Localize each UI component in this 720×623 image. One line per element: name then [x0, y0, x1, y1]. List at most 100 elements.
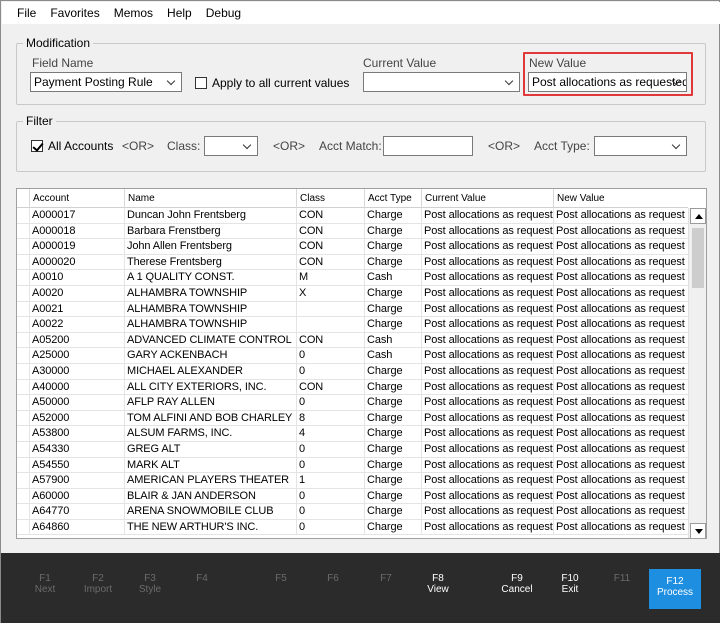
- cell-account[interactable]: A000020: [30, 254, 125, 270]
- cell-acct-type[interactable]: Charge: [365, 208, 422, 223]
- row-selector[interactable]: [17, 504, 30, 519]
- table-row[interactable]: A52000 TOM ALFINI AND BOB CHARLEY 8 Charge P…: [17, 410, 688, 427]
- cell-acct-type[interactable]: Charge: [365, 285, 422, 301]
- cell-acct-type[interactable]: Charge: [365, 254, 422, 270]
- row-selector[interactable]: [17, 395, 30, 410]
- row-selector[interactable]: [17, 254, 30, 270]
- table-row[interactable]: A0022 ALHAMBRA TOWNSHIP Charge Post allocat…: [17, 317, 688, 333]
- menu-favorites[interactable]: Favorites: [43, 2, 106, 24]
- field-name-combo[interactable]: Payment Posting Rule: [30, 72, 182, 92]
- table-row[interactable]: A0020 ALHAMBRA TOWNSHIP X Charge Post alloca…: [17, 285, 688, 302]
- table-row[interactable]: A54330 GREG ALT 0 Charge Post allocations as…: [17, 441, 688, 458]
- cell-new-value[interactable]: Post allocations as request: [554, 208, 688, 223]
- cell-name[interactable]: ALHAMBRA TOWNSHIP: [125, 285, 297, 301]
- cell-name[interactable]: GARY ACKENBACH: [125, 348, 297, 363]
- table-row[interactable]: A000017 Duncan John Frentsberg CON Charge Po…: [17, 208, 688, 224]
- cell-class[interactable]: X: [297, 285, 365, 301]
- cell-class[interactable]: 8: [297, 410, 365, 426]
- new-value-combo[interactable]: Post allocations as requested: [528, 72, 687, 92]
- cell-current-value[interactable]: Post allocations as request: [422, 270, 554, 285]
- process-button[interactable]: F12 Process: [649, 569, 701, 609]
- scroll-up-button[interactable]: [690, 208, 706, 224]
- cell-acct-type[interactable]: Charge: [365, 441, 422, 457]
- row-selector[interactable]: [17, 270, 30, 285]
- cell-class[interactable]: 0: [297, 441, 365, 457]
- table-row[interactable]: A40000 ALL CITY EXTERIORS, INC. CON Charge P…: [17, 379, 688, 396]
- cell-new-value[interactable]: Post allocations as request: [554, 317, 688, 332]
- row-selector[interactable]: [17, 301, 30, 317]
- table-row[interactable]: A53800 ALSUM FARMS, INC. 4 Charge Post alloc…: [17, 426, 688, 442]
- cell-new-value[interactable]: Post allocations as request: [554, 302, 688, 317]
- row-selector[interactable]: [17, 519, 30, 535]
- table-row[interactable]: A60000 BLAIR & JAN ANDERSON 0 Charge Post al…: [17, 488, 688, 505]
- scroll-down-button[interactable]: [690, 523, 706, 538]
- cell-acct-type[interactable]: Charge: [365, 239, 422, 254]
- cell-acct-type[interactable]: Charge: [365, 301, 422, 317]
- cell-account[interactable]: A64770: [30, 504, 125, 519]
- cell-account[interactable]: A52000: [30, 410, 125, 426]
- cell-account[interactable]: A000018: [30, 223, 125, 239]
- cell-acct-type[interactable]: Charge: [365, 473, 422, 488]
- header-name[interactable]: Name: [125, 189, 297, 208]
- acct-type-combo[interactable]: [594, 136, 687, 156]
- cell-new-value[interactable]: Post allocations as request: [554, 458, 688, 473]
- cell-account[interactable]: A54550: [30, 457, 125, 473]
- cell-acct-type[interactable]: Charge: [365, 379, 422, 395]
- cell-name[interactable]: John Allen Frentsberg: [125, 239, 297, 254]
- cell-name[interactable]: THE NEW ARTHUR'S INC.: [125, 519, 297, 535]
- cell-class[interactable]: CON: [297, 208, 365, 223]
- table-row[interactable]: A000020 Therese Frentsberg CON Charge Post a…: [17, 254, 688, 271]
- cell-account[interactable]: A54330: [30, 441, 125, 457]
- cell-current-value[interactable]: Post allocations as request: [422, 488, 554, 504]
- table-row[interactable]: A05200 ADVANCED CLIMATE CONTROL CON Cash Pos…: [17, 332, 688, 349]
- cell-new-value[interactable]: Post allocations as request: [554, 411, 688, 426]
- cell-class[interactable]: 0: [297, 457, 365, 473]
- menu-memos[interactable]: Memos: [107, 2, 160, 24]
- cell-current-value[interactable]: Post allocations as request: [422, 519, 554, 535]
- cell-acct-type[interactable]: Charge: [365, 410, 422, 426]
- cell-acct-type[interactable]: Charge: [365, 223, 422, 239]
- table-row[interactable]: A50000 AFLP RAY ALLEN 0 Charge Post allocati…: [17, 395, 688, 411]
- row-selector[interactable]: [17, 488, 30, 504]
- cell-name[interactable]: MARK ALT: [125, 457, 297, 473]
- cell-name[interactable]: ALL CITY EXTERIORS, INC.: [125, 379, 297, 395]
- cell-current-value[interactable]: Post allocations as request: [422, 426, 554, 441]
- cell-current-value[interactable]: Post allocations as request: [422, 301, 554, 317]
- row-selector[interactable]: [17, 473, 30, 488]
- table-row[interactable]: A25000 GARY ACKENBACH 0 Cash Post allocation…: [17, 348, 688, 364]
- apply-all-checkbox[interactable]: [195, 77, 207, 89]
- cell-new-value[interactable]: Post allocations as request: [554, 239, 688, 254]
- row-selector[interactable]: [17, 208, 30, 223]
- cell-class[interactable]: 0: [297, 363, 365, 379]
- cell-class[interactable]: 1: [297, 473, 365, 488]
- cell-acct-type[interactable]: Cash: [365, 270, 422, 285]
- header-acct-type[interactable]: Acct Type: [365, 189, 422, 208]
- menu-help[interactable]: Help: [160, 2, 199, 24]
- cell-current-value[interactable]: Post allocations as request: [422, 317, 554, 332]
- cell-class[interactable]: M: [297, 270, 365, 285]
- cell-acct-type[interactable]: Charge: [365, 457, 422, 473]
- cell-account[interactable]: A57900: [30, 473, 125, 488]
- acct-match-input[interactable]: [383, 136, 473, 156]
- row-selector[interactable]: [17, 317, 30, 332]
- cell-class[interactable]: 0: [297, 504, 365, 519]
- cell-name[interactable]: AFLP RAY ALLEN: [125, 395, 297, 410]
- cell-class[interactable]: CON: [297, 254, 365, 270]
- cell-current-value[interactable]: Post allocations as request: [422, 441, 554, 457]
- table-row[interactable]: A0021 ALHAMBRA TOWNSHIP Charge Post allocat…: [17, 301, 688, 318]
- cell-acct-type[interactable]: Charge: [365, 504, 422, 519]
- cell-new-value[interactable]: Post allocations as request: [554, 426, 688, 441]
- cell-current-value[interactable]: Post allocations as request: [422, 473, 554, 488]
- cell-acct-type[interactable]: Charge: [365, 519, 422, 535]
- fkey-f10[interactable]: F10 Exit: [544, 573, 596, 595]
- cell-account[interactable]: A60000: [30, 488, 125, 504]
- header-current-value[interactable]: Current Value: [422, 189, 554, 208]
- cell-acct-type[interactable]: Charge: [365, 363, 422, 379]
- cell-name[interactable]: Barbara Frenstberg: [125, 223, 297, 239]
- cell-name[interactable]: Therese Frentsberg: [125, 254, 297, 270]
- cell-class[interactable]: [297, 301, 365, 317]
- cell-new-value[interactable]: Post allocations as request: [554, 520, 688, 535]
- cell-current-value[interactable]: Post allocations as request: [422, 208, 554, 223]
- cell-acct-type[interactable]: Charge: [365, 317, 422, 332]
- cell-name[interactable]: ALHAMBRA TOWNSHIP: [125, 317, 297, 332]
